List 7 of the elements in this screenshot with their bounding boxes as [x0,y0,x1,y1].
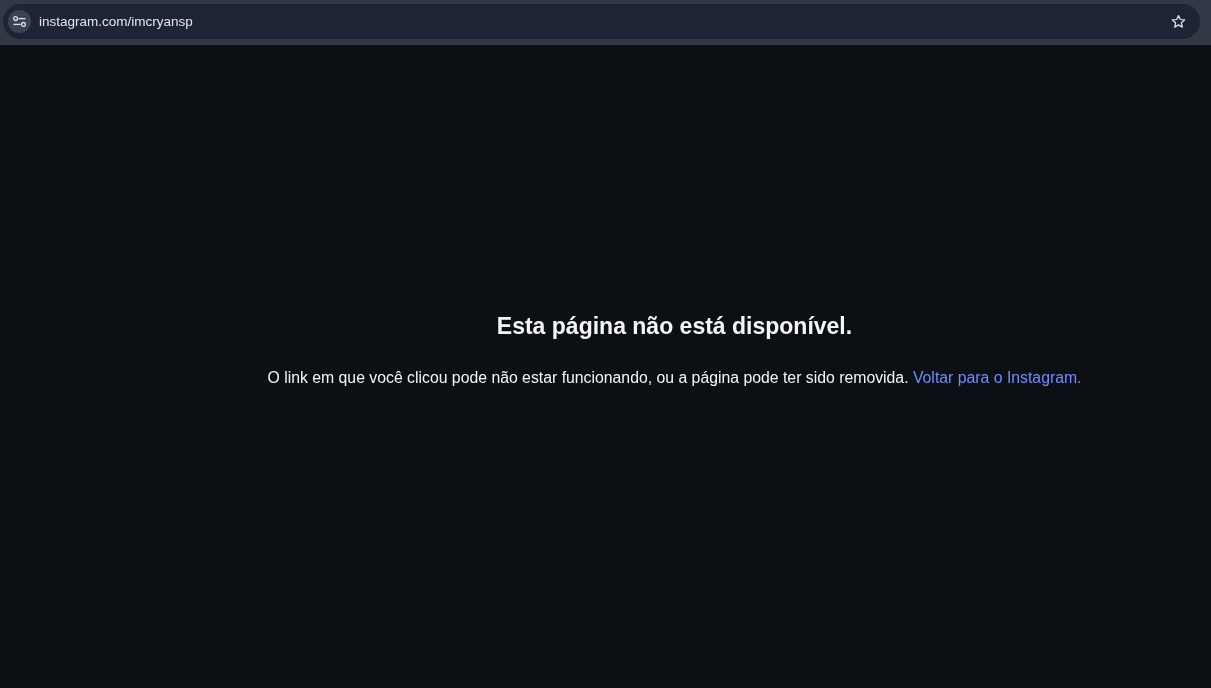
error-message: O link em que você clicou pode não estar funcionando, ou a página pode ter sido removida. Voltar para o Instagram. [267,368,1082,388]
back-link[interactable]: Voltar para o Instagram. [912,369,1082,386]
star-icon[interactable] [1171,14,1186,29]
page-title: Esta página não está disponível. [496,312,853,341]
site-info-button[interactable] [8,10,31,33]
address-bar[interactable]: instagram.com/imcryansp [3,4,1200,39]
sliders-icon [13,16,26,27]
